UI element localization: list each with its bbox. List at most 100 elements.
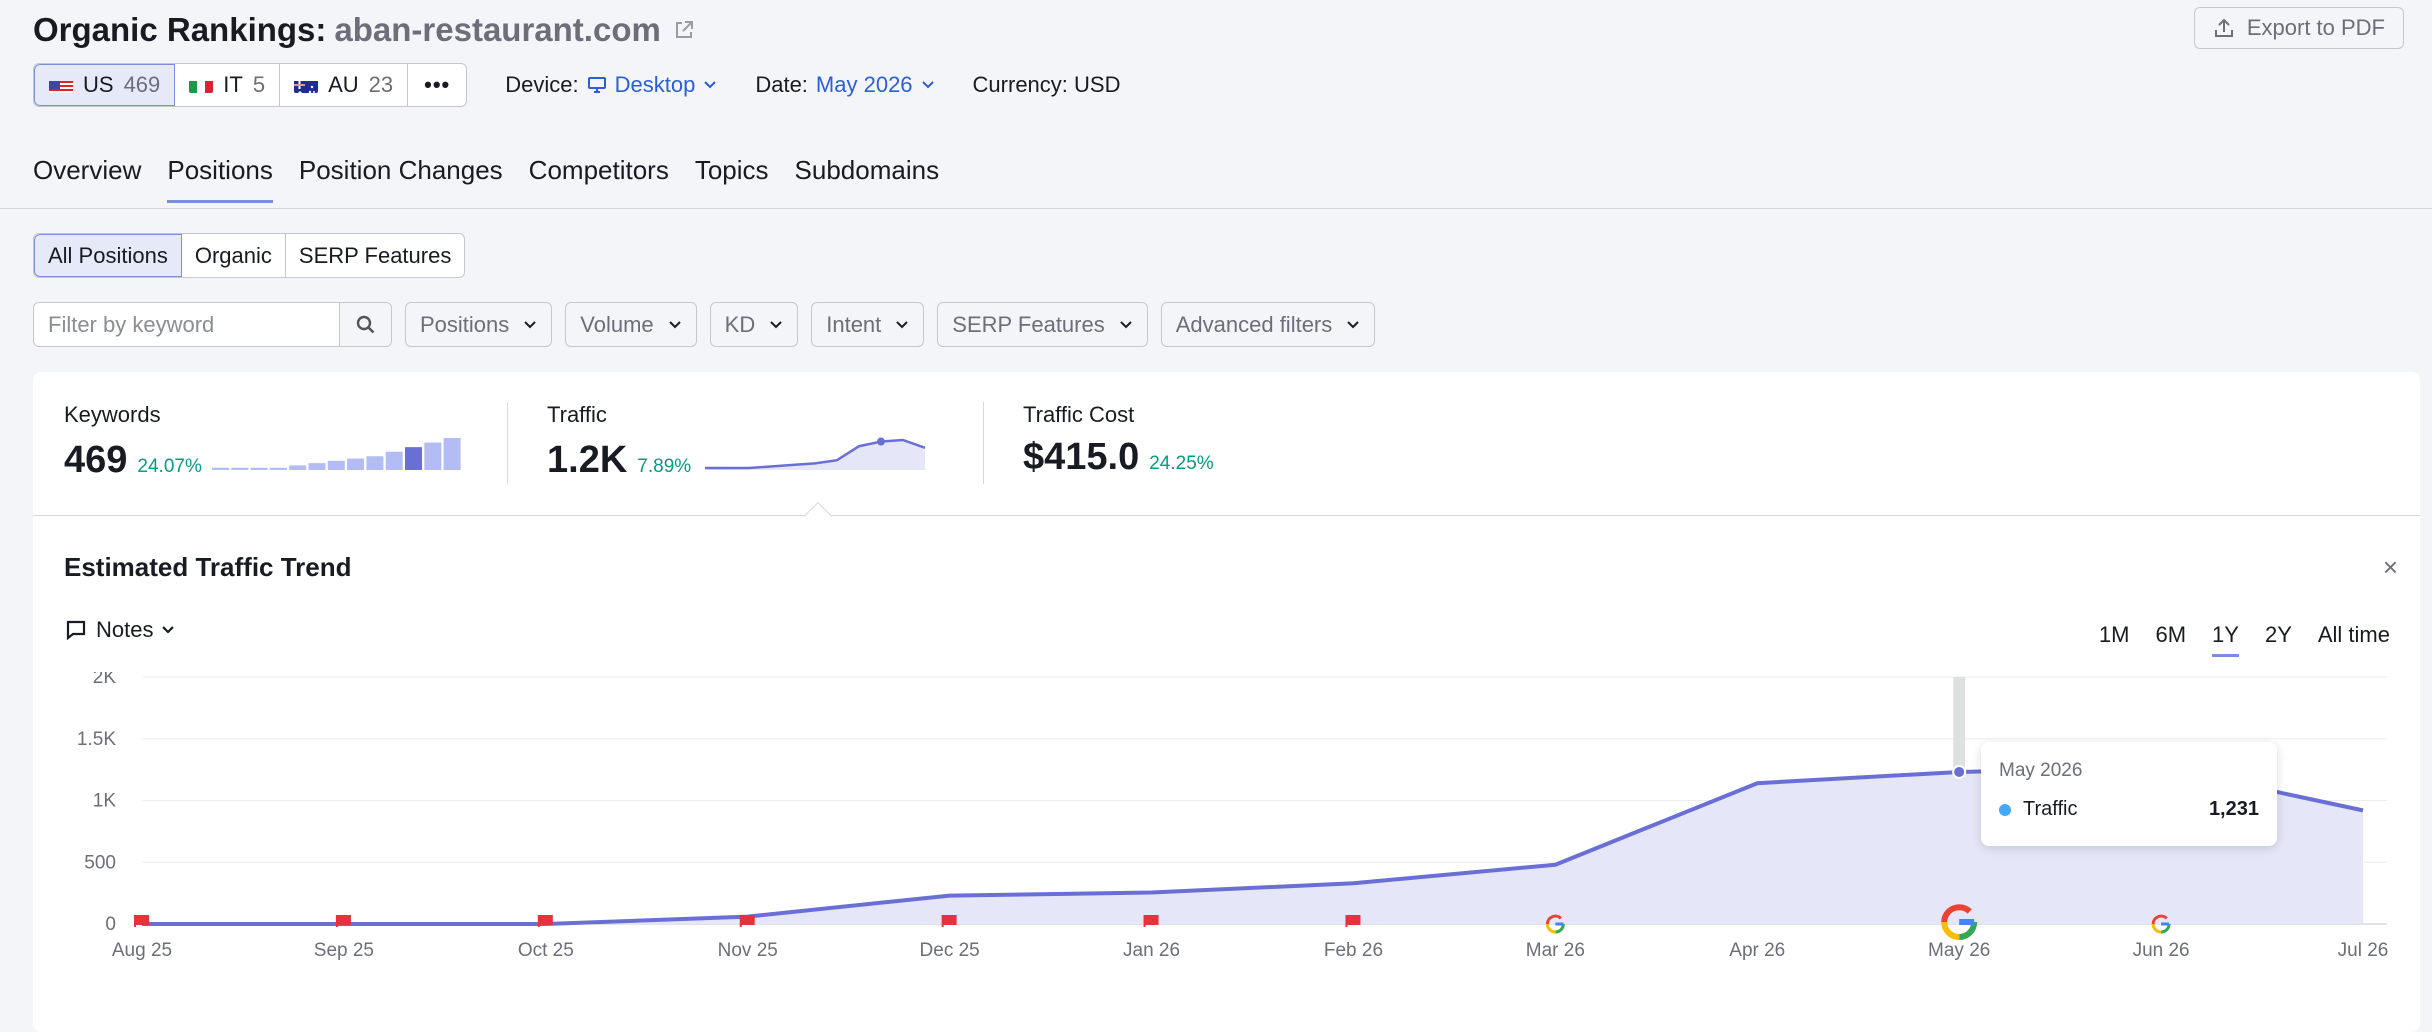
tab-competitors[interactable]: Competitors xyxy=(529,155,669,203)
serp-features-filter[interactable]: SERP Features xyxy=(937,302,1148,347)
chevron-down-icon xyxy=(704,81,717,89)
chevron-down-icon xyxy=(524,320,536,328)
note-flag-icon[interactable] xyxy=(1345,915,1361,927)
time-range-selector: 1M 6M 1Y 2Y All time xyxy=(2099,622,2390,657)
database-count: 23 xyxy=(368,72,394,97)
metric-label: Traffic xyxy=(547,402,607,427)
report-tabs: Overview Positions Position Changes Comp… xyxy=(33,155,939,203)
database-count: 5 xyxy=(252,72,266,97)
more-databases-button[interactable]: ••• xyxy=(408,64,466,106)
metric-traffic[interactable]: Traffic 1.2K 7.89% xyxy=(547,402,931,482)
domain-link[interactable]: aban-restaurant.com xyxy=(334,11,660,49)
device-label: Device: xyxy=(505,72,579,97)
x-tick-label: Jan 26 xyxy=(1123,940,1180,961)
note-flag-icon[interactable] xyxy=(941,915,957,927)
chevron-down-icon xyxy=(921,81,934,89)
series-dot-icon xyxy=(1999,803,2011,816)
search-icon xyxy=(356,315,374,333)
database-it[interactable]: IT 5 xyxy=(175,64,281,106)
us-flag-icon xyxy=(49,77,73,93)
database-code: AU xyxy=(328,72,359,97)
export-pdf-button[interactable]: Export to PDF xyxy=(2193,7,2404,49)
positions-filter[interactable]: Positions xyxy=(405,302,553,347)
range-all-time[interactable]: All time xyxy=(2318,622,2390,657)
x-tick-label: Oct 25 xyxy=(518,940,574,961)
metric-change: 24.25% xyxy=(1149,453,1214,474)
database-au[interactable]: AU 23 xyxy=(280,64,409,106)
filter-label: Intent xyxy=(826,311,882,337)
x-tick-label: Nov 25 xyxy=(718,940,778,961)
metric-value: 1.2K xyxy=(547,439,628,481)
y-tick-label: 1.5K xyxy=(77,729,116,750)
metric-keywords[interactable]: Keywords 469 24.07% xyxy=(64,402,462,482)
device-selector[interactable]: Device: Desktop xyxy=(505,72,717,98)
x-tick-label: Aug 25 xyxy=(112,940,172,961)
notes-dropdown[interactable]: Notes xyxy=(64,617,175,643)
external-link-icon[interactable] xyxy=(673,17,699,43)
close-trend-button[interactable]: × xyxy=(2383,552,2398,583)
filter-label: SERP Features xyxy=(952,311,1105,337)
x-tick-label: Dec 25 xyxy=(920,940,980,961)
database-selector: US 469 IT 5 AU 23 ••• xyxy=(33,63,468,107)
tooltip-date: May 2026 xyxy=(1999,760,2083,781)
x-tick-label: Jul 26 xyxy=(2338,940,2389,961)
sparkline-bar xyxy=(443,438,461,470)
sparkline-bar xyxy=(211,467,229,470)
tab-position-changes[interactable]: Position Changes xyxy=(299,155,503,203)
tab-positions[interactable]: Positions xyxy=(167,155,273,203)
tooltip-value: 1,231 xyxy=(2208,798,2259,820)
note-icon xyxy=(66,620,86,641)
filters-bar: Positions Volume KD Intent SERP Features… xyxy=(33,302,1376,347)
metric-label: Traffic Cost xyxy=(1023,402,1135,427)
au-flag-icon xyxy=(294,77,319,93)
y-tick-label: 0 xyxy=(105,914,116,935)
date-selector[interactable]: Date: May 2026 xyxy=(755,72,934,98)
tab-subdomains[interactable]: Subdomains xyxy=(795,155,940,203)
metric-value: $415.0 xyxy=(1023,436,1140,478)
date-value: May 2026 xyxy=(815,72,913,97)
segment-all-positions[interactable]: All Positions xyxy=(34,234,182,277)
y-tick-label: 1K xyxy=(93,791,117,812)
database-us[interactable]: US 469 xyxy=(34,64,176,106)
summary-card: Keywords 469 24.07% Traffic 1.2K 7.89% T… xyxy=(33,372,2420,1032)
segment-serp-features[interactable]: SERP Features xyxy=(286,234,464,277)
note-flag-icon[interactable] xyxy=(739,915,755,927)
metric-change: 24.07% xyxy=(137,456,202,477)
date-label: Date: xyxy=(755,72,808,97)
keyword-filter-input[interactable] xyxy=(34,303,339,346)
sparkline-bar xyxy=(308,463,326,470)
keywords-sparkline xyxy=(211,438,461,470)
kd-filter[interactable]: KD xyxy=(709,302,799,347)
traffic-sparkline xyxy=(705,437,926,470)
database-code: US xyxy=(83,72,114,97)
metric-value: 469 xyxy=(64,439,128,481)
filter-label: Advanced filters xyxy=(1175,311,1333,337)
x-tick-label: Mar 26 xyxy=(1526,940,1585,961)
tab-overview[interactable]: Overview xyxy=(33,155,141,203)
y-tick-label: 2K xyxy=(93,672,117,688)
sparkline-bar xyxy=(289,465,307,470)
range-6m[interactable]: 6M xyxy=(2155,622,2186,657)
range-2y[interactable]: 2Y xyxy=(2265,622,2292,657)
database-count: 469 xyxy=(123,72,161,97)
segment-organic[interactable]: Organic xyxy=(182,234,286,277)
note-flag-icon[interactable] xyxy=(1143,915,1159,927)
intent-filter[interactable]: Intent xyxy=(811,302,925,347)
tab-topics[interactable]: Topics xyxy=(695,155,769,203)
tooltip-series: Traffic xyxy=(2023,798,2078,820)
volume-filter[interactable]: Volume xyxy=(565,302,697,347)
position-type-segment: All Positions Organic SERP Features xyxy=(33,233,466,278)
keyword-search xyxy=(33,302,392,347)
x-tick-label: Feb 26 xyxy=(1324,940,1383,961)
metric-change: 7.89% xyxy=(637,456,692,477)
advanced-filters[interactable]: Advanced filters xyxy=(1160,302,1376,347)
metric-traffic-cost[interactable]: Traffic Cost $415.0 24.25% xyxy=(1023,402,1214,479)
hover-point[interactable] xyxy=(1952,764,1967,779)
device-value: Desktop xyxy=(614,72,696,97)
export-icon xyxy=(2214,18,2233,37)
chevron-down-icon xyxy=(1120,320,1132,328)
sparkline-bar xyxy=(385,451,403,470)
range-1m[interactable]: 1M xyxy=(2099,622,2130,657)
range-1y[interactable]: 1Y xyxy=(2212,622,2239,657)
search-button[interactable] xyxy=(339,303,391,346)
